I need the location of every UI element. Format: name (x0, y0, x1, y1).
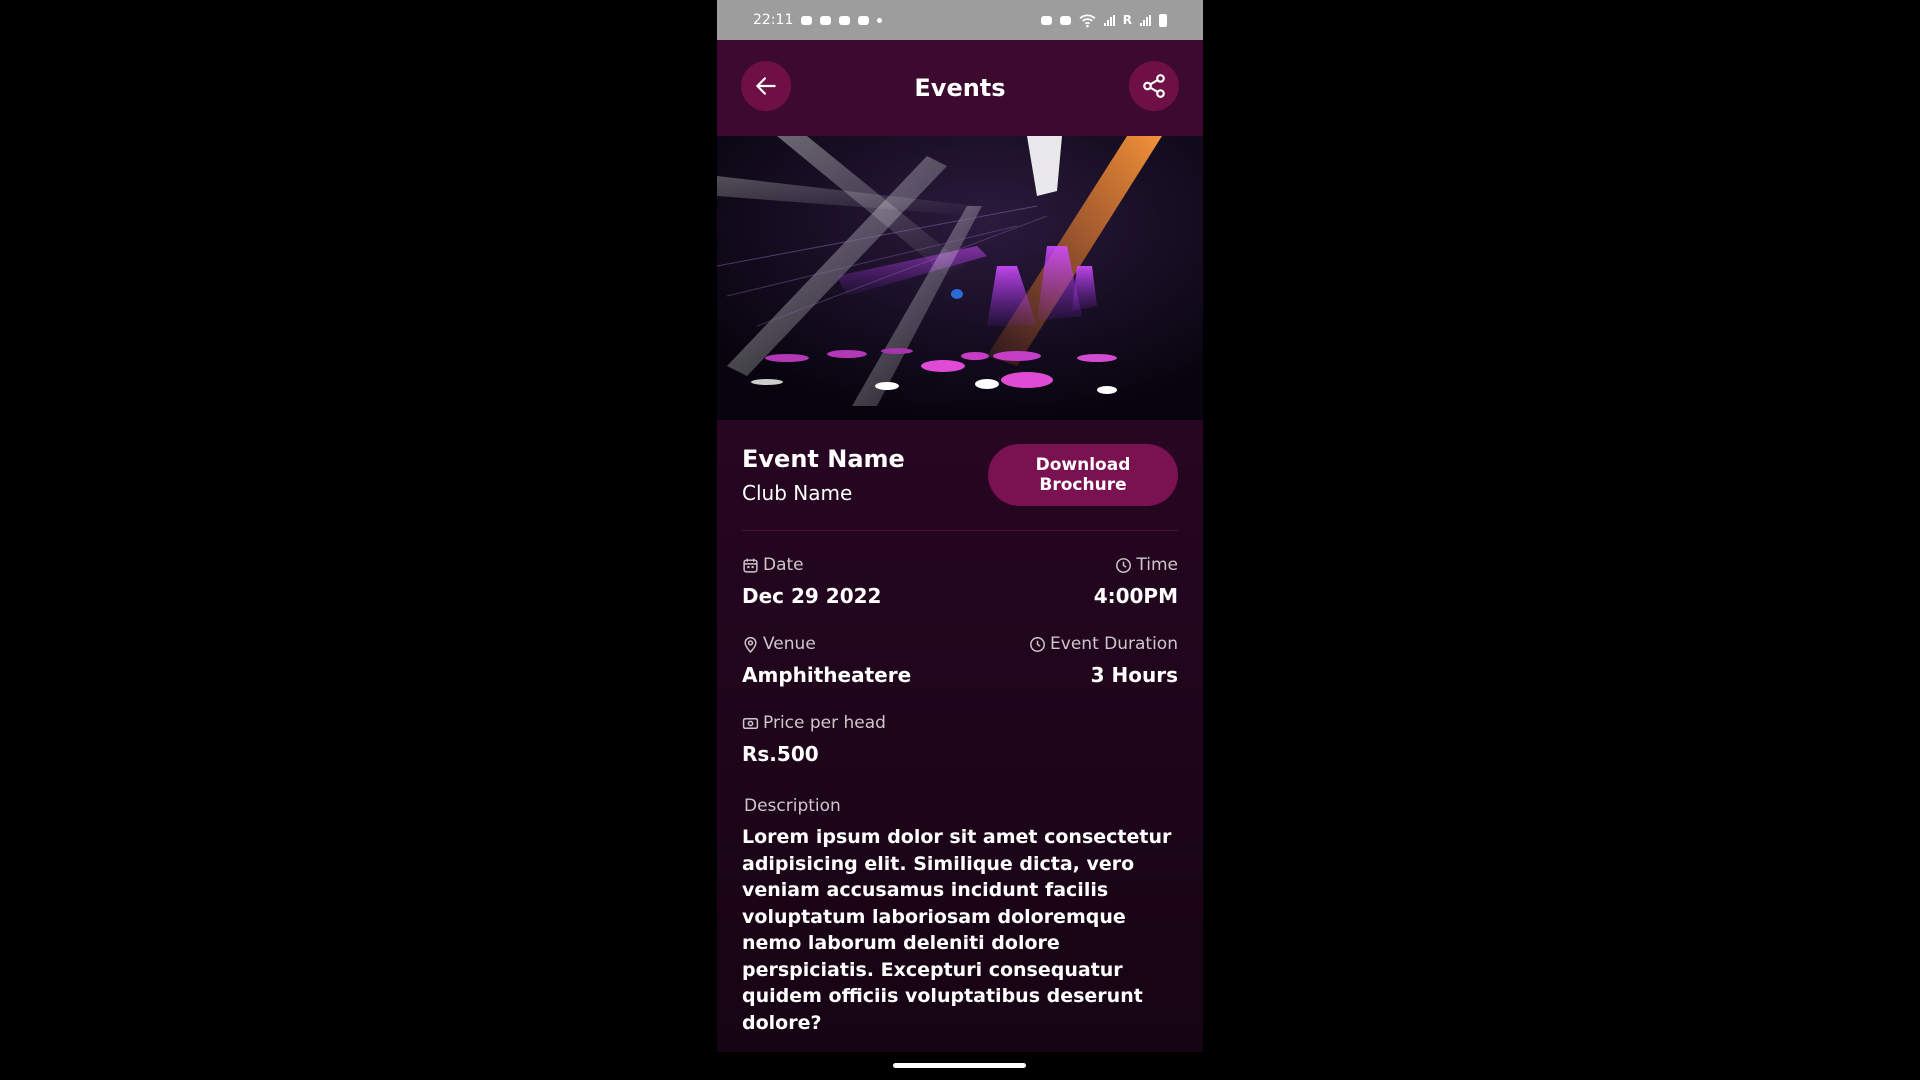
duration-value: 3 Hours (1090, 663, 1178, 687)
price-value: Rs.500 (742, 742, 819, 766)
home-indicator[interactable] (893, 1063, 1026, 1068)
time-label-row: Time (1115, 555, 1178, 575)
venue-info: Venue Amphitheatere (742, 634, 911, 687)
time-value: 4:00PM (1093, 584, 1178, 608)
price-label: Price per head (763, 713, 886, 733)
money-icon (742, 717, 759, 729)
description-text: Lorem ipsum dolor sit amet consectetur a… (742, 826, 1172, 1034)
more-notifications-dot-icon (877, 17, 883, 23)
game-notification-icon (858, 15, 870, 25)
location-pin-icon (744, 636, 757, 653)
concert-lights-image (717, 136, 1203, 420)
date-value: Dec 29 2022 (742, 584, 882, 608)
event-title-block: Event Name Club Name (742, 445, 905, 506)
status-time: 22:11 (753, 12, 794, 28)
status-left: 22:11 (753, 12, 883, 28)
duration-info: Event Duration 3 Hours (1029, 634, 1178, 687)
event-details: Event Name Club Name Download Brochure D… (717, 420, 1203, 1036)
vibrate-icon (1059, 15, 1071, 25)
clock-icon (1030, 636, 1045, 652)
download-brochure-button[interactable]: Download Brochure (988, 444, 1178, 506)
venue-value: Amphitheatere (742, 663, 912, 687)
roaming-label: R (1122, 13, 1132, 27)
signal-icon (1140, 14, 1151, 26)
date-time-row: Date Dec 29 2022 Time 4:00PM (742, 555, 1178, 608)
signal-icon (1103, 14, 1115, 26)
date-info: Date Dec 29 2022 (742, 555, 881, 608)
time-label: Time (1136, 555, 1178, 575)
eye-icon (1040, 15, 1052, 25)
venue-label: Venue (763, 634, 816, 654)
date-label: Date (763, 555, 804, 575)
venue-duration-row: Venue Amphitheatere Event Duration 3 Hou… (742, 634, 1178, 687)
event-name: Event Name (742, 444, 905, 473)
game-notification-icon (820, 15, 832, 25)
price-row: Price per head Rs.500 (742, 713, 1178, 766)
event-heading-row: Event Name Club Name Download Brochure (742, 420, 1178, 531)
venue-label-row: Venue (742, 634, 911, 654)
clock-icon (1116, 557, 1132, 573)
date-label-row: Date (742, 555, 881, 575)
battery-icon (1159, 13, 1167, 27)
price-label-row: Price per head (742, 713, 886, 733)
chat-notification-icon (801, 15, 813, 25)
duration-label: Event Duration (1050, 634, 1178, 654)
club-name: Club Name (742, 481, 853, 506)
share-icon (1143, 74, 1165, 98)
phone-screen: 22:11 R Events Event Name Club Name Down… (717, 0, 1203, 1052)
game-notification-icon (839, 15, 851, 25)
app-header: Events (717, 40, 1203, 136)
time-info: Time 4:00PM (1094, 555, 1178, 608)
wifi-icon (1079, 14, 1096, 27)
price-info: Price per head Rs.500 (742, 713, 886, 766)
share-button[interactable] (1129, 61, 1179, 111)
calendar-icon (743, 558, 758, 573)
status-bar: 22:11 R (717, 0, 1203, 40)
duration-label-row: Event Duration (1029, 634, 1178, 654)
description-label: Description (744, 796, 841, 816)
event-hero-image (717, 136, 1203, 420)
status-right: R (1040, 12, 1167, 29)
